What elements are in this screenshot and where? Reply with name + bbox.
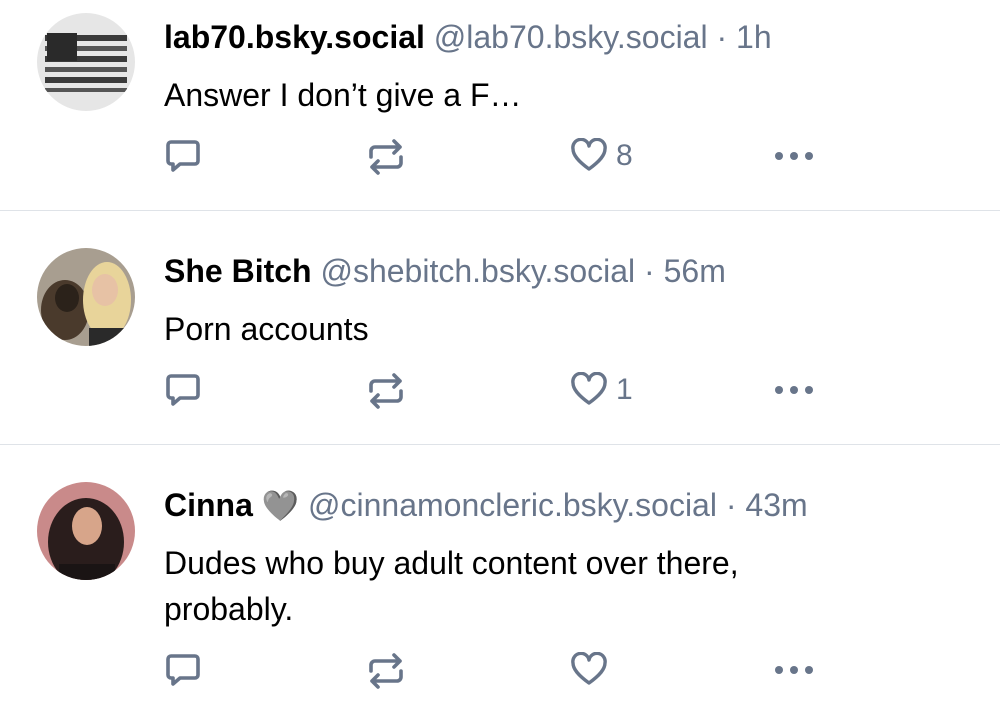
timestamp[interactable]: 1h — [736, 19, 772, 55]
separator: · — [725, 487, 737, 523]
repost-icon — [369, 373, 403, 409]
more-options-button[interactable] — [773, 382, 815, 398]
post-text-line: Dudes who buy adult content over there, — [164, 545, 739, 581]
post-text-line: probably. — [164, 591, 294, 627]
display-name[interactable]: She Bitch — [164, 253, 312, 289]
heart-icon — [571, 138, 607, 171]
display-name[interactable]: Cinna — [164, 487, 253, 523]
post-text: Answer I don’t give a F… — [164, 77, 522, 113]
repost-icon — [369, 139, 403, 175]
more-options-button[interactable] — [773, 148, 815, 164]
more-options-icon — [775, 152, 813, 160]
repost-button[interactable] — [366, 372, 406, 410]
handle[interactable]: @shebitch.bsky.social — [320, 253, 635, 289]
avatar[interactable] — [37, 482, 135, 580]
timestamp[interactable]: 56m — [664, 253, 726, 289]
reply-button[interactable] — [164, 138, 202, 174]
post-header: Cinna 🩶 @cinnamoncleric.bsky.social · 43… — [164, 487, 808, 524]
post-header: She Bitch @shebitch.bsky.social · 56m — [164, 253, 726, 290]
handle[interactable]: @cinnamoncleric.bsky.social — [308, 487, 717, 523]
more-options-icon — [775, 666, 813, 674]
reply-button[interactable] — [164, 652, 202, 688]
reply-icon — [166, 654, 200, 686]
like-button[interactable]: 1 — [570, 372, 633, 408]
reply-icon — [166, 374, 200, 406]
heart-icon — [571, 652, 607, 685]
post-text: Porn accounts — [164, 311, 369, 347]
repost-icon — [369, 653, 403, 689]
handle[interactable]: @lab70.bsky.social — [434, 19, 708, 55]
reply-button[interactable] — [164, 372, 202, 408]
reply-icon — [166, 140, 200, 172]
separator: · — [644, 253, 655, 289]
grey-heart-badge: 🩶 — [261, 490, 300, 523]
post-header: lab70.bsky.social @lab70.bsky.social · 1… — [164, 19, 772, 56]
post-cinna[interactable]: Cinna 🩶 @cinnamoncleric.bsky.social · 43… — [0, 445, 1000, 714]
woman-portrait-avatar-image — [37, 482, 135, 580]
post-text: Dudes who buy adult content over there, … — [164, 540, 964, 632]
separator: · — [716, 19, 728, 55]
flag-avatar-image — [37, 13, 135, 111]
woman-with-dog-avatar-image — [37, 248, 135, 346]
like-button[interactable] — [570, 652, 616, 688]
heart-icon — [571, 372, 607, 405]
avatar[interactable] — [37, 248, 135, 346]
timestamp[interactable]: 43m — [745, 487, 807, 523]
post-lab70[interactable]: lab70.bsky.social @lab70.bsky.social · 1… — [0, 0, 1000, 210]
more-options-button[interactable] — [773, 662, 815, 678]
display-name[interactable]: lab70.bsky.social — [164, 19, 425, 55]
repost-button[interactable] — [366, 652, 406, 690]
like-count: 8 — [616, 139, 633, 172]
post-shebitch[interactable]: She Bitch @shebitch.bsky.social · 56m Po… — [0, 211, 1000, 444]
like-button[interactable]: 8 — [570, 138, 633, 174]
avatar[interactable] — [37, 13, 135, 111]
repost-button[interactable] — [366, 138, 406, 176]
like-count: 1 — [616, 373, 633, 406]
more-options-icon — [775, 386, 813, 394]
